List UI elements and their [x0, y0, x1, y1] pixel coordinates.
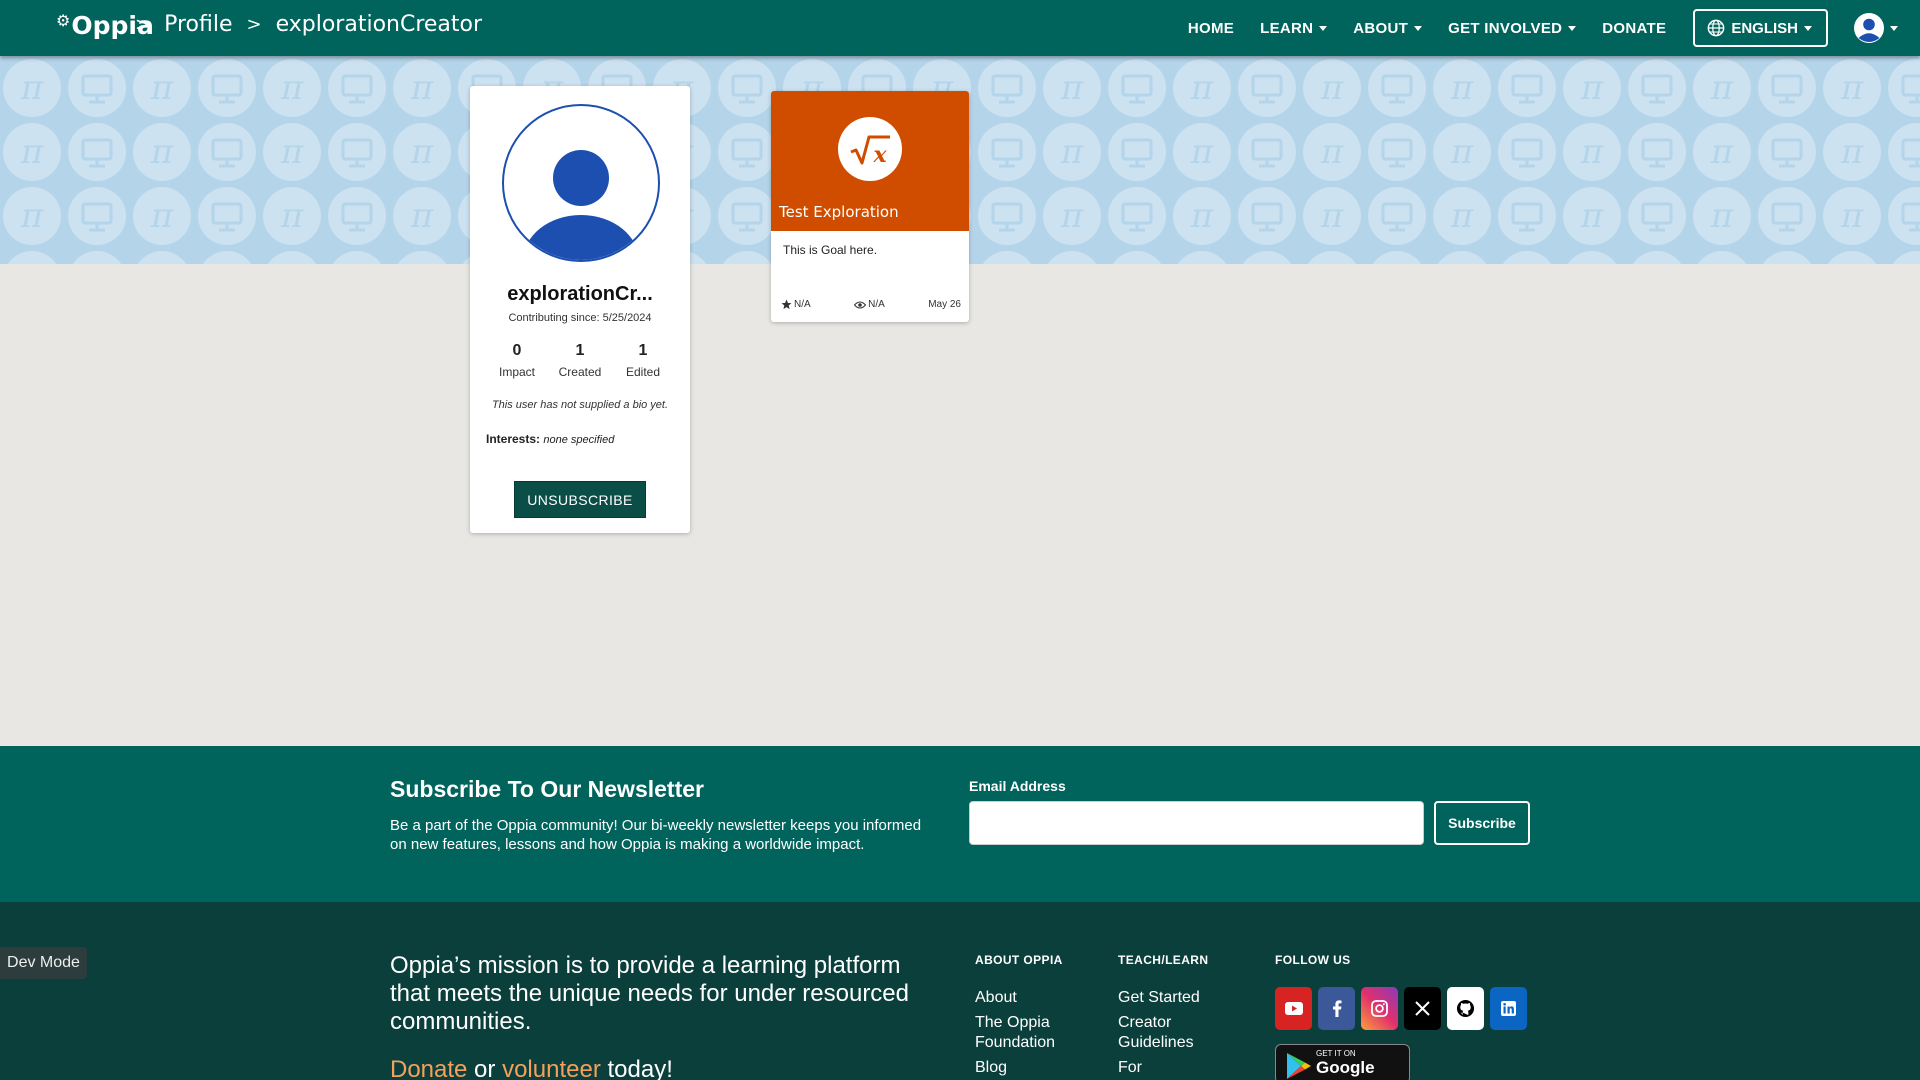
nav-get-involved-label: GET INVOLVED [1448, 19, 1563, 37]
facebook-icon[interactable] [1318, 987, 1355, 1030]
stat-impact-value: 0 [512, 342, 522, 359]
subscribe-button[interactable]: Subscribe [1434, 801, 1530, 845]
breadcrumb-separator: > [135, 14, 151, 35]
rating-value: N/A [794, 299, 811, 310]
newsletter-title: Subscribe To Our Newsletter [390, 776, 704, 802]
caret-down-icon [1804, 25, 1812, 31]
user-avatar-icon [1854, 13, 1884, 43]
user-silhouette-icon [523, 150, 639, 260]
footer-link-creator-guidelines[interactable]: Creator Guidelines [1118, 1013, 1238, 1053]
x-icon[interactable] [1404, 987, 1441, 1030]
google-play-icon [1287, 1053, 1311, 1079]
interests-label: Interests: [486, 432, 541, 446]
nav-donate-label: DONATE [1602, 19, 1667, 37]
exploration-thumbnail: x Test Exploration [771, 91, 969, 231]
stat-impact: 0 Impact [486, 342, 548, 379]
exploration-views: N/A [854, 299, 885, 310]
stat-impact-label: Impact [498, 365, 535, 379]
mission-statement: Oppia’s mission is to provide a learning… [390, 952, 909, 1035]
oppia-gear-icon: ⚙ [56, 11, 71, 30]
nav-donate[interactable]: DONATE [1602, 20, 1666, 37]
nav-about-label: ABOUT [1353, 19, 1409, 37]
footer-teach-column: TEACH/LEARN Get Started Creator Guidelin… [1118, 953, 1238, 1080]
github-icon[interactable] [1447, 987, 1484, 1030]
caret-down-icon [1568, 25, 1577, 31]
caret-down-icon [1319, 25, 1328, 31]
nav-learn-dropdown[interactable]: LEARN [1260, 19, 1328, 37]
footer-follow-column: FOLLOW US GET IT ON Google [1275, 953, 1545, 1080]
cta-or: or [467, 1056, 503, 1080]
footer-link-for[interactable]: For [1118, 1058, 1238, 1078]
youtube-icon[interactable] [1275, 987, 1312, 1030]
main-nav: HOME LEARN ABOUT GET INVOLVED DONATE ENG… [1162, 0, 1920, 56]
profile-card: explorationCr... Contributing since: 5/2… [470, 86, 690, 533]
footer-cta: Donate or volunteer today! [390, 1056, 673, 1080]
exploration-rating: N/A [781, 299, 811, 310]
footer-about-column: ABOUT OPPIA About The Oppia Foundation B… [975, 953, 1085, 1080]
stat-created-value: 1 [575, 342, 585, 359]
breadcrumb-profile: Profile [164, 12, 233, 37]
newsletter-section: Subscribe To Our Newsletter Be a part of… [0, 746, 1920, 902]
language-selector[interactable]: ENGLISH [1693, 9, 1828, 47]
follow-heading: FOLLOW US [1275, 953, 1351, 967]
caret-down-icon [1890, 25, 1898, 31]
views-value: N/A [868, 299, 885, 310]
top-navigation-bar: ⚙ Oppia > Profile > explorationCreator H… [0, 0, 1920, 56]
breadcrumb: > Profile > explorationCreator [135, 12, 482, 37]
exploration-date: May 26 [928, 299, 961, 310]
footer-link-foundation[interactable]: The Oppia Foundation [975, 1013, 1085, 1053]
google-play-caption: GET IT ON [1316, 1049, 1356, 1058]
nav-about-dropdown[interactable]: ABOUT [1353, 19, 1423, 37]
social-links [1275, 987, 1545, 1030]
breadcrumb-username: explorationCreator [275, 12, 483, 37]
google-play-badge[interactable]: GET IT ON Google Play [1275, 1044, 1410, 1080]
profile-avatar [502, 104, 660, 262]
stat-edited-value: 1 [638, 342, 648, 359]
svg-text:x: x [872, 142, 887, 168]
email-field[interactable] [969, 801, 1424, 845]
about-heading: ABOUT OPPIA [975, 953, 1063, 967]
nav-home-label: HOME [1187, 19, 1235, 37]
stat-created: 1 Created [549, 342, 611, 379]
cta-end: today! [600, 1056, 673, 1080]
language-label: ENGLISH [1731, 19, 1798, 37]
stat-created-label: Created [558, 365, 602, 379]
square-root-x-icon: x [838, 117, 902, 181]
exploration-meta: N/A N/A May 26 [781, 299, 961, 310]
profile-interests: Interests: none specified [486, 432, 614, 446]
site-footer: Oppia’s mission is to provide a learning… [0, 902, 1920, 1080]
globe-icon [1707, 19, 1725, 37]
profile-stats: 0 Impact 1 Created 1 Edited [486, 342, 674, 379]
nav-get-involved-dropdown[interactable]: GET INVOLVED [1448, 19, 1577, 37]
donate-link[interactable]: Donate [390, 1056, 467, 1080]
instagram-icon[interactable] [1361, 987, 1398, 1030]
stat-edited-label: Edited [625, 365, 661, 379]
linkedin-icon[interactable] [1490, 987, 1527, 1030]
nav-learn-label: LEARN [1260, 19, 1314, 37]
dev-mode-badge: Dev Mode [0, 947, 87, 979]
contributing-since: Contributing since: 5/25/2024 [508, 312, 652, 324]
user-profile-menu[interactable] [1854, 13, 1898, 43]
google-play-title: Google Play [1316, 1058, 1375, 1080]
unsubscribe-button[interactable]: UNSUBSCRIBE [514, 481, 646, 518]
interests-value: none specified [543, 434, 615, 446]
profile-bio: This user has not supplied a bio yet. [491, 399, 669, 411]
stat-edited: 1 Edited [612, 342, 674, 379]
newsletter-description: Be a part of the Oppia community! Our bi… [390, 817, 922, 853]
exploration-goal: This is Goal here. [783, 243, 878, 257]
star-icon [781, 299, 792, 310]
exploration-title: Test Exploration [779, 203, 899, 221]
caret-down-icon [1414, 25, 1423, 31]
profile-username: explorationCr... [507, 283, 653, 305]
eye-icon [854, 301, 867, 308]
nav-home[interactable]: HOME [1188, 20, 1234, 37]
exploration-card[interactable]: x Test Exploration This is Goal here. N/… [771, 91, 969, 322]
breadcrumb-separator: > [246, 14, 262, 35]
volunteer-link[interactable]: volunteer [502, 1056, 601, 1080]
footer-link-get-started[interactable]: Get Started [1118, 988, 1238, 1008]
footer-link-blog[interactable]: Blog [975, 1058, 1085, 1078]
footer-link-about[interactable]: About [975, 988, 1085, 1008]
teach-heading: TEACH/LEARN [1118, 953, 1209, 967]
email-label: Email Address [969, 778, 1066, 794]
